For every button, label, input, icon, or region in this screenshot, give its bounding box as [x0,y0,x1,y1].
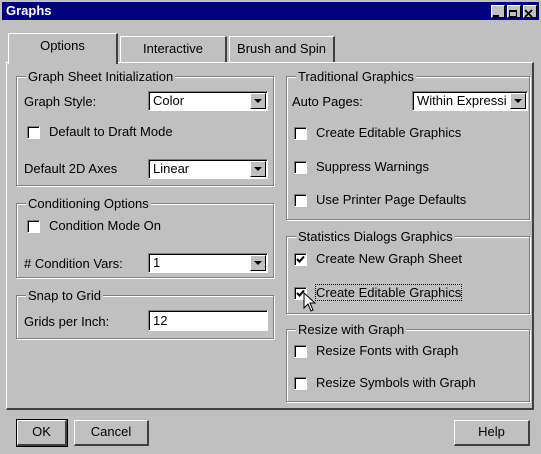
condition-vars-label: # Condition Vars: [24,256,123,271]
auto-pages-label: Auto Pages: [292,94,363,109]
graph-style-select[interactable]: Color [148,91,268,111]
chevron-down-icon[interactable] [250,93,266,109]
chevron-down-icon[interactable] [250,161,266,177]
graphs-dialog: Graphs Options Interactive Brush and Spi… [0,0,541,454]
create-new-graph-sheet-checkbox[interactable] [294,253,307,266]
grids-per-inch-value: 12 [153,313,168,328]
tab-options-label: Options [40,38,85,53]
printer-defaults-label: Use Printer Page Defaults [316,192,467,207]
minimize-icon [493,15,499,17]
traditional-legend: Traditional Graphics [296,69,416,84]
suppress-warnings-checkbox[interactable] [294,161,307,174]
ok-button[interactable]: OK [16,419,68,447]
stats-editable-graphics-label: Create Editable Graphics [314,284,463,301]
minimize-button[interactable] [491,5,505,18]
stats-dialogs-legend: Statistics Dialogs Graphics [296,229,455,244]
resize-fonts-checkbox[interactable] [294,345,307,358]
create-editable-graphics-label: Create Editable Graphics [316,125,462,140]
auto-pages-select[interactable]: Within Expressi [412,91,528,111]
window-title: Graphs [6,3,52,18]
graph-style-value: Color [153,93,185,108]
maximize-icon [509,10,517,17]
resize-symbols-label: Resize Symbols with Graph [316,375,476,390]
default-axes-label: Default 2D Axes [24,161,118,176]
resize-fonts-label: Resize Fonts with Graph [316,343,459,358]
tab-interactive[interactable]: Interactive [120,36,227,63]
stats-dialogs-group: Statistics Dialogs Graphics [286,229,530,314]
help-button[interactable]: Help [454,420,530,446]
default-axes-value: Linear [153,161,190,176]
cancel-label: Cancel [90,424,132,439]
graph-style-label: Graph Style: [24,94,97,109]
grids-per-inch-label: Grids per Inch: [24,314,110,329]
chevron-down-icon[interactable] [250,255,266,271]
close-icon [524,9,533,18]
default-draft-checkbox[interactable] [27,126,40,139]
default-axes-select[interactable]: Linear [148,159,268,179]
condition-mode-label: Condition Mode On [49,218,162,233]
resize-legend: Resize with Graph [296,322,407,337]
conditioning-legend: Conditioning Options [26,196,151,211]
condition-vars-value: 1 [153,255,161,270]
checkmark-icon [296,255,305,263]
snap-legend: Snap to Grid [26,288,103,303]
tab-brush-label: Brush and Spin [237,41,326,56]
graph-sheet-init-legend: Graph Sheet Initialization [26,69,176,84]
auto-pages-value: Within Expressi [417,93,507,108]
printer-defaults-checkbox[interactable] [294,194,307,207]
grids-per-inch-field[interactable]: 12 [148,310,268,331]
mouse-cursor-icon [303,292,317,312]
resize-group: Resize with Graph [286,322,530,402]
maximize-button[interactable] [507,5,521,18]
condition-mode-checkbox[interactable] [27,220,40,233]
ok-label: OK [32,424,51,439]
create-editable-graphics-checkbox[interactable] [294,127,307,140]
resize-symbols-checkbox[interactable] [294,377,307,390]
create-new-graph-sheet-label: Create New Graph Sheet [316,251,462,266]
condition-vars-select[interactable]: 1 [148,253,268,273]
tab-brush-and-spin[interactable]: Brush and Spin [229,36,335,63]
tab-options[interactable]: Options [8,33,118,64]
default-draft-label: Default to Draft Mode [49,124,173,139]
cancel-button[interactable]: Cancel [74,420,149,446]
close-button[interactable] [523,5,537,18]
title-bar[interactable]: Graphs [2,2,539,20]
tab-interactive-label: Interactive [143,41,203,56]
suppress-warnings-label: Suppress Warnings [316,159,429,174]
chevron-down-icon[interactable] [510,93,526,109]
help-label: Help [478,424,505,439]
